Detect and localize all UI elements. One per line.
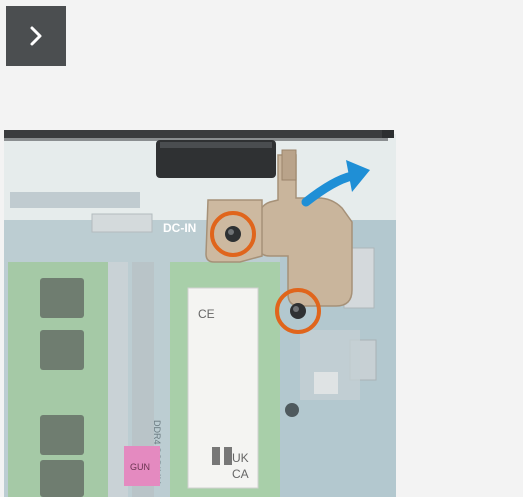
- chevron-right-icon: [30, 26, 42, 46]
- standoff-screw: [285, 403, 299, 417]
- cable-connector: [91, 213, 153, 233]
- dc-in-label: DC-IN: [163, 221, 196, 235]
- pink-label-text: GUN: [130, 462, 150, 472]
- cable-strip: [10, 192, 140, 208]
- hinge-pivot: [281, 149, 297, 181]
- laptop-hinge-illustration: DDR4 SODIMM CE UK CA GUN DC-IN: [4, 130, 396, 497]
- hinge-cover-highlight: [160, 142, 272, 148]
- region-mark-ca: CA: [232, 467, 249, 481]
- illustration-stage: DDR4 SODIMM CE UK CA GUN DC-IN: [0, 0, 523, 497]
- ce-mark: CE: [198, 307, 215, 321]
- chip-right: [314, 372, 338, 394]
- display-edge-end: [382, 130, 394, 138]
- next-step-button[interactable]: [6, 6, 66, 66]
- display-edge: [4, 130, 388, 138]
- region-mark-uk: UK: [232, 451, 249, 465]
